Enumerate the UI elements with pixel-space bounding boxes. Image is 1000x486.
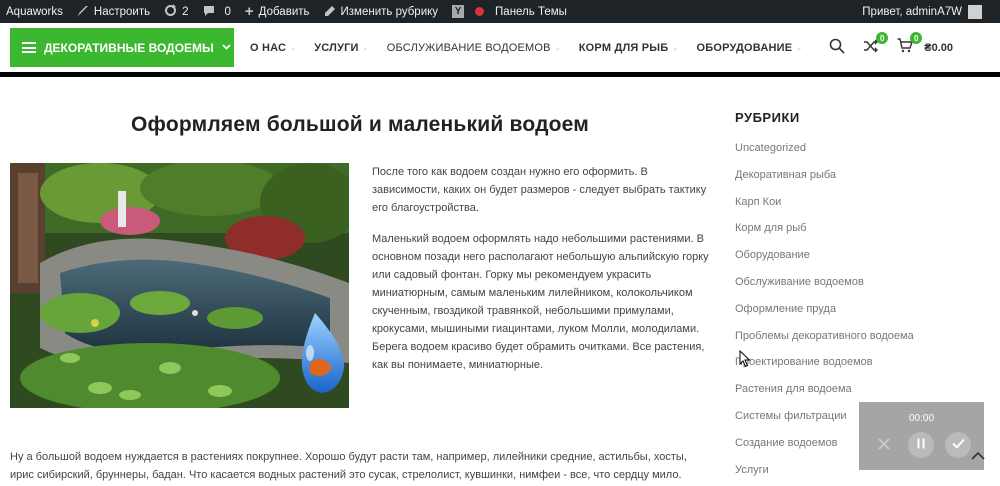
category-link[interactable]: Uncategorized [735,142,965,169]
admin-bar: Aquaworks Настроить 2 0 + Добавить Измен… [0,0,1000,23]
admin-customize[interactable]: Настроить [70,0,157,23]
nav-item-services[interactable]: УСЛУГИ ⌄ [314,42,369,54]
plus-icon: + [244,3,254,20]
chevron-up-icon [971,447,985,465]
admin-account[interactable]: Привет, adminA7W [855,0,1000,23]
category-link[interactable]: Декоративная рыба [735,169,965,196]
mouse-cursor-icon [739,349,751,368]
nav-item-label: КОРМ ДЛЯ РЫБ [578,42,669,54]
pencil-icon [324,5,336,19]
customize-label: Настроить [93,5,151,18]
category-link[interactable]: Проектирование водоемов [735,356,965,383]
site-header: ДЕКОРАТИВНЫЕ ВОДОЕМЫ О НАС ⌄ УСЛУГИ ⌄ ОБСЛ… [0,23,1000,73]
cart-total[interactable]: ₴0.00 [924,42,953,54]
admin-yoast[interactable]: Y [445,0,471,23]
sidebar-title: РУБРИКИ [735,110,800,125]
nav-item-label: О НАС [250,42,287,54]
nav-item-label: ОБОРУДОВАНИЕ [696,42,793,54]
scroll-to-top-button[interactable] [968,446,988,466]
brush-icon [77,5,89,19]
admin-theme-panel[interactable]: Панель Темы [488,0,574,23]
site-name-label: Aquaworks [6,5,63,18]
nav-item-label: ОБСЛУЖИВАНИЕ ВОДОЕМОВ [386,42,551,54]
chevron-down-icon [222,42,231,53]
nav-item-fish-food[interactable]: КОРМ ДЛЯ РЫБ ⌄ [579,42,679,54]
category-link[interactable]: Оформление пруда [735,303,965,330]
nav-item-equipment[interactable]: ОБОРУДОВАНИЕ ⌄ [696,42,802,54]
categories-menu-button[interactable]: ДЕКОРАТИВНЫЕ ВОДОЕМЫ [10,28,234,67]
edit-rubric-label: Изменить рубрику [340,5,439,18]
theme-panel-label: Панель Темы [495,5,567,18]
category-link[interactable]: Карп Кои [735,196,965,223]
comments-count: 0 [224,5,231,18]
close-icon [878,437,890,453]
caret-down-icon: ⌄ [672,45,679,52]
pond-photo [10,163,349,408]
greeting-label: Привет, adminA7W [862,5,962,18]
updates-count: 2 [182,5,189,18]
main-nav: О НАС ⌄ УСЛУГИ ⌄ ОБСЛУЖИВАНИЕ ВОДОЕМОВ ⌄ КО… [250,23,820,73]
admin-updates[interactable]: 2 [157,0,195,23]
avatar [968,4,982,19]
search-button[interactable] [828,38,846,59]
refresh-icon [164,4,177,19]
caret-down-icon: ⌄ [796,45,803,52]
caret-down-icon: ⌄ [554,45,561,52]
checkmark-icon [951,436,965,454]
category-link[interactable]: Корм для рыб [735,222,965,249]
search-icon [829,38,845,59]
post-paragraph-large-pond: Ну а большой водоем нуждается в растения… [10,451,687,481]
comment-icon [203,5,215,19]
recorder-cancel-button[interactable] [871,432,897,458]
compare-count-badge: 0 [876,32,889,44]
yoast-icon: Y [452,5,465,18]
nav-item-label: УСЛУГИ [314,42,359,54]
admin-record-indicator [471,0,488,23]
header-divider [0,72,1000,77]
admin-add-new[interactable]: + Добавить [238,0,317,23]
caret-down-icon: ⌄ [362,45,369,52]
admin-edit-rubric[interactable]: Изменить рубрику [317,0,446,23]
nav-item-about[interactable]: О НАС ⌄ [250,42,296,54]
recorder-pause-button[interactable] [908,432,934,458]
screen-recorder-widget: 00:00 [859,402,984,470]
caret-down-icon: ⌄ [290,45,297,52]
category-link[interactable]: Проблемы декоративного водоема [735,330,965,357]
post-title: Оформляем большой и маленький водоем [131,113,589,136]
cart-count-badge: 0 [910,32,923,44]
category-link[interactable]: Обслуживание водоемов [735,276,965,303]
admin-site-name[interactable]: Aquaworks [0,0,70,23]
post-paragraph-small-pond: Маленький водоем оформлять надо небольши… [372,233,709,371]
category-link[interactable]: Оборудование [735,249,965,276]
cart-button[interactable]: 0 [896,32,923,57]
nav-item-maintenance[interactable]: ОБСЛУЖИВАНИЕ ВОДОЕМОВ ⌄ [387,42,561,54]
admin-comments[interactable]: 0 [196,0,238,23]
categories-button-label: ДЕКОРАТИВНЫЕ ВОДОЕМЫ [44,40,214,55]
compare-button[interactable]: 0 [862,32,889,57]
recorder-timer: 00:00 [908,413,935,424]
hamburger-icon [22,42,36,53]
record-dot-icon [475,7,485,16]
add-new-label: Добавить [258,5,310,18]
post-paragraph-intro: После того как водоем создан нужно его о… [372,166,707,214]
pause-icon [916,436,926,454]
header-actions: 0 0 ₴0.00 [828,23,1000,73]
